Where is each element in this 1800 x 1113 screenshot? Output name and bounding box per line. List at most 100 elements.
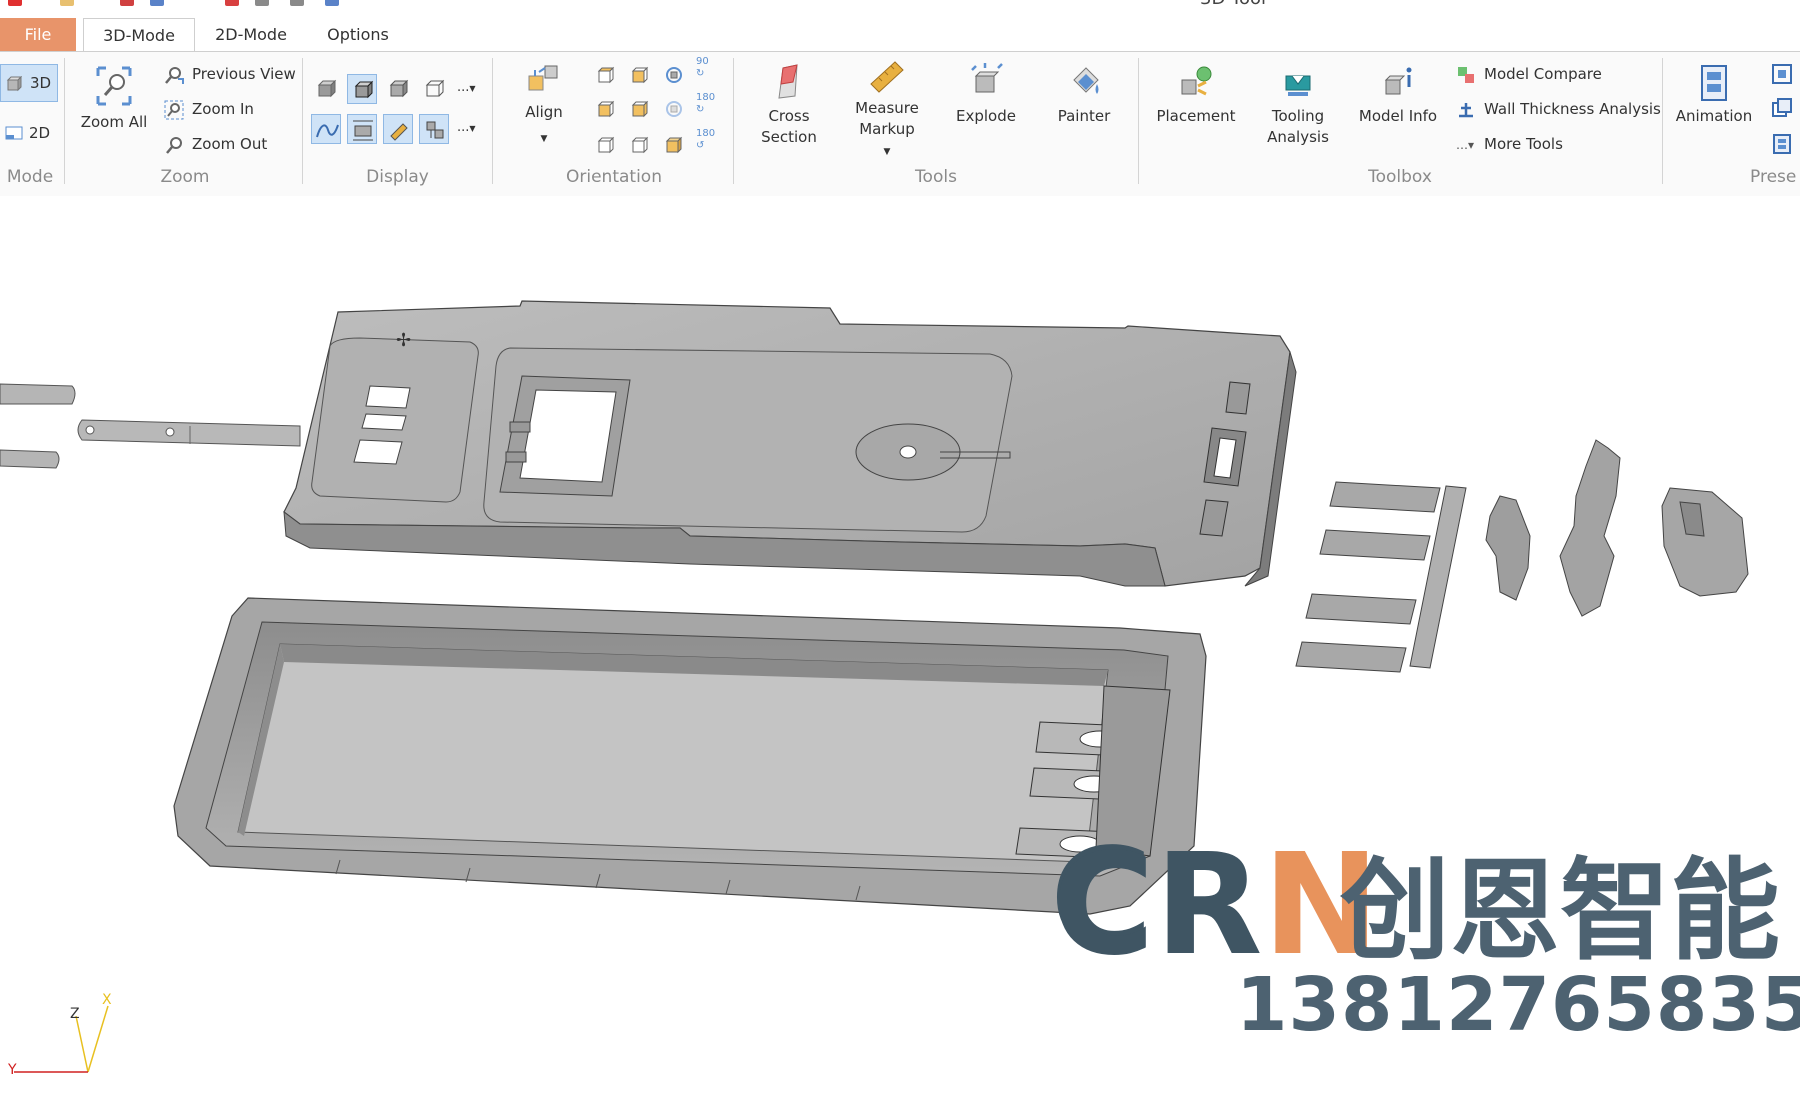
rotate-icon [666, 67, 682, 83]
contact-strip-parts[interactable] [1295, 481, 1467, 673]
placement-button[interactable]: Placement [1152, 62, 1240, 127]
app-icon[interactable] [8, 0, 22, 6]
settings-icon[interactable] [325, 0, 339, 6]
cross-section-label-1: Cross [768, 107, 810, 125]
display-dimensions-button[interactable] [347, 114, 377, 144]
hidden-line-cube-icon [389, 79, 409, 98]
display-curves-button[interactable] [311, 114, 341, 144]
model-compare-label: Model Compare [1484, 65, 1602, 83]
rotate-90-button[interactable]: 90 ↻ [696, 56, 709, 80]
more-tools-label: More Tools [1484, 135, 1563, 153]
cube-back-icon [631, 136, 649, 154]
axis-x-label: X [102, 992, 112, 1008]
axis-z-label: Z [70, 1006, 80, 1022]
display-more-button[interactable]: ...▼ [457, 76, 476, 100]
more-tools-button[interactable]: …▾ More Tools [1456, 132, 1563, 156]
rotate-flip-button[interactable] [661, 96, 687, 122]
mode-3d-label: 3D [30, 74, 52, 92]
zoom-all-button[interactable]: Zoom All [76, 64, 152, 133]
metal-pin-parts[interactable] [0, 383, 301, 469]
assembly-tree-icon [426, 121, 444, 139]
ribbon-separator [1662, 58, 1663, 184]
explode-label: Explode [956, 107, 1016, 125]
view-right-button[interactable] [627, 96, 653, 122]
spring-clip-parts[interactable] [1485, 439, 1749, 617]
model-info-button[interactable]: Model Info [1354, 62, 1442, 127]
model-info-label: Model Info [1358, 107, 1438, 125]
view-iso-button[interactable] [661, 132, 687, 158]
tooling-analysis-button[interactable]: Tooling Analysis [1254, 62, 1342, 148]
previous-view-label: Previous View [192, 65, 296, 83]
ribbon-separator [492, 58, 493, 184]
animation-label: Animation [1675, 107, 1753, 125]
ribbon-separator [302, 58, 303, 184]
rotate-180-label: 180 [696, 92, 716, 103]
display-pmi-button[interactable] [383, 114, 413, 144]
tab-2d-mode[interactable]: 2D-Mode [203, 18, 299, 51]
display-hidden-line-button[interactable] [383, 74, 413, 104]
3d-viewport[interactable]: ✢ C CRN 创恩智能 13812765835 X Z Y [0, 196, 1800, 1113]
measure-markup-button[interactable]: Measure Markup ▼ [846, 58, 928, 163]
view-top-button[interactable] [593, 62, 619, 88]
measure-markup-label-2: Markup [859, 120, 915, 138]
animation-button[interactable]: Animation [1672, 62, 1756, 127]
rotate-left-button[interactable] [661, 62, 687, 88]
tab-3d-mode[interactable]: 3D-Mode [83, 18, 195, 53]
save-icon[interactable] [150, 0, 164, 6]
zoom-out-button[interactable]: Zoom Out [164, 132, 267, 156]
mode-2d-button[interactable]: 2D [0, 116, 58, 150]
zoom-in-label: Zoom In [192, 100, 254, 118]
copy-view-icon [1772, 98, 1792, 117]
wall-thickness-button[interactable]: Wall Thickness Analysis [1456, 97, 1661, 121]
window-title: 3D Tool [1200, 0, 1266, 9]
tab-options[interactable]: Options [315, 18, 401, 51]
svg-text:✢: ✢ [396, 330, 411, 351]
view-left-button[interactable] [593, 96, 619, 122]
tab-file[interactable]: File [0, 18, 76, 51]
view-front-button[interactable] [627, 62, 653, 88]
painter-button[interactable]: Painter [1044, 62, 1124, 127]
dropdown-arrow-icon: ▼ [540, 134, 548, 144]
title-bar: 3D Tool [0, 0, 1800, 18]
cube-right-icon [631, 100, 649, 118]
display-wireframe-button[interactable] [419, 74, 449, 104]
explode-button[interactable]: Explode [946, 62, 1026, 127]
film-strip-icon [1701, 65, 1727, 101]
view-back-button[interactable] [627, 132, 653, 158]
battery-top-cover[interactable]: ✢ [283, 300, 1297, 587]
display-more-2-button[interactable]: ...▼ [457, 116, 476, 140]
tooling-analysis-icon [1285, 75, 1311, 96]
measure-markup-label-1: Measure [855, 99, 919, 117]
align-button[interactable]: Align ▼ [510, 62, 578, 150]
flip-icon [666, 101, 682, 117]
axis-y-label: Y [8, 1062, 17, 1078]
rotate-180-button[interactable]: 180 ↻ [696, 92, 715, 116]
cube-left-icon [597, 100, 615, 118]
cross-section-button[interactable]: Cross Section [752, 62, 826, 148]
display-assembly-button[interactable] [419, 114, 449, 144]
watermark-phone: 13812765835 [1236, 962, 1800, 1048]
mode-3d-button[interactable]: 3D [0, 64, 58, 102]
view-bottom-button[interactable] [593, 132, 619, 158]
presentation-copy-button[interactable] [1770, 96, 1794, 120]
previous-view-button[interactable]: Previous View [164, 62, 296, 86]
zoom-in-button[interactable]: Zoom In [164, 97, 254, 121]
model-info-icon [1384, 67, 1412, 95]
undo-icon[interactable] [255, 0, 269, 6]
presentation-film-button[interactable] [1770, 132, 1794, 156]
explode-icon [971, 63, 1003, 93]
display-shaded-button[interactable] [311, 74, 341, 104]
pdf-icon[interactable] [120, 0, 134, 6]
model-compare-button[interactable]: Model Compare [1456, 62, 1602, 86]
print-icon[interactable] [225, 0, 239, 6]
dropdown-arrow-icon: ▼ [469, 84, 476, 93]
placement-label: Placement [1156, 107, 1236, 125]
dimension-icon [353, 120, 373, 141]
group-label-tools: Tools [915, 167, 957, 187]
redo-icon[interactable] [290, 0, 304, 6]
presentation-fit-button[interactable] [1770, 62, 1794, 86]
rotate-180-b-button[interactable]: 180 ↺ [696, 128, 715, 152]
open-icon[interactable] [60, 0, 74, 6]
group-label-presentation: Prese [1750, 167, 1797, 187]
display-shaded-edges-button[interactable] [347, 74, 377, 104]
